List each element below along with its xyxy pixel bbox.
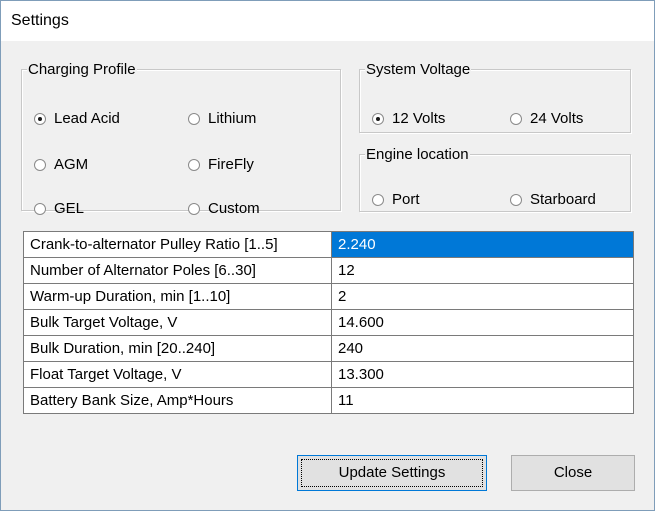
table-row: Bulk Duration, min [20..240] 240 xyxy=(24,336,634,362)
radio-lead-acid[interactable]: Lead Acid xyxy=(34,110,120,127)
table-row: Float Target Voltage, V 13.300 xyxy=(24,362,634,388)
close-label: Close xyxy=(553,464,593,481)
close-button[interactable]: Close xyxy=(511,455,635,491)
table-row: Number of Alternator Poles [6..30] 12 xyxy=(24,258,634,284)
radio-unchecked-icon xyxy=(372,193,384,206)
row-value-input[interactable]: 2.240 xyxy=(332,232,634,258)
charging-profile-group: Charging Profile Lead Acid Lithium AGM F… xyxy=(21,61,341,217)
radio-firefly[interactable]: FireFly xyxy=(188,156,254,173)
radio-label: Lead Acid xyxy=(54,110,120,127)
radio-starboard[interactable]: Starboard xyxy=(510,191,596,208)
row-value-input[interactable]: 240 xyxy=(332,336,634,362)
radio-label: Port xyxy=(392,191,420,208)
settings-grid: Crank-to-alternator Pulley Ratio [1..5] … xyxy=(23,231,634,414)
row-value-input[interactable]: 11 xyxy=(332,388,634,414)
radio-lithium[interactable]: Lithium xyxy=(188,110,256,127)
radio-12-volts[interactable]: 12 Volts xyxy=(372,110,445,127)
row-label: Bulk Target Voltage, V xyxy=(24,310,332,336)
radio-port[interactable]: Port xyxy=(372,191,420,208)
row-label: Float Target Voltage, V xyxy=(24,362,332,388)
radio-unchecked-icon xyxy=(510,112,522,125)
row-label: Crank-to-alternator Pulley Ratio [1..5] xyxy=(24,232,332,258)
row-label: Warm-up Duration, min [1..10] xyxy=(24,284,332,310)
engine-location-legend: Engine location xyxy=(365,146,470,163)
row-value-input[interactable]: 2 xyxy=(332,284,634,310)
radio-unchecked-icon xyxy=(510,193,522,206)
table-row: Bulk Target Voltage, V 14.600 xyxy=(24,310,634,336)
update-settings-label: Update Settings xyxy=(338,464,446,481)
radio-unchecked-icon xyxy=(188,112,200,125)
radio-label: Lithium xyxy=(208,110,257,127)
radio-unchecked-icon xyxy=(34,158,46,171)
engine-location-group: Engine location Port Starboard xyxy=(359,146,631,212)
radio-checked-icon xyxy=(34,112,46,125)
window-title: Settings xyxy=(11,12,69,29)
radio-unchecked-icon xyxy=(188,158,200,171)
radio-checked-icon xyxy=(372,112,384,125)
row-label: Number of Alternator Poles [6..30] xyxy=(24,258,332,284)
radio-label: 24 Volts xyxy=(530,110,584,127)
radio-label: FireFly xyxy=(208,156,254,173)
radio-label: 12 Volts xyxy=(392,110,446,127)
title-bar[interactable]: Settings xyxy=(1,1,654,41)
radio-custom[interactable]: Custom xyxy=(188,200,260,217)
row-value-input[interactable]: 13.300 xyxy=(332,362,634,388)
row-value-input[interactable]: 14.600 xyxy=(332,310,634,336)
radio-gel[interactable]: GEL xyxy=(34,200,84,217)
table-row: Crank-to-alternator Pulley Ratio [1..5] … xyxy=(24,232,634,258)
radio-label: Custom xyxy=(208,200,260,217)
radio-agm[interactable]: AGM xyxy=(34,156,88,173)
row-value-input[interactable]: 12 xyxy=(332,258,634,284)
table-row: Battery Bank Size, Amp*Hours 11 xyxy=(24,388,634,414)
charging-profile-legend: Charging Profile xyxy=(27,61,137,78)
update-settings-button[interactable]: Update Settings xyxy=(297,455,487,491)
radio-label: Starboard xyxy=(530,191,596,208)
radio-label: AGM xyxy=(54,156,89,173)
settings-dialog: Settings Charging Profile Lead Acid Lith… xyxy=(0,0,655,511)
row-label: Battery Bank Size, Amp*Hours xyxy=(24,388,332,414)
radio-24-volts[interactable]: 24 Volts xyxy=(510,110,583,127)
dialog-client-area: Charging Profile Lead Acid Lithium AGM F… xyxy=(1,41,654,510)
row-label: Bulk Duration, min [20..240] xyxy=(24,336,332,362)
system-voltage-legend: System Voltage xyxy=(365,61,472,78)
radio-unchecked-icon xyxy=(188,202,200,215)
system-voltage-group: System Voltage 12 Volts 24 Volts xyxy=(359,61,631,133)
table-row: Warm-up Duration, min [1..10] 2 xyxy=(24,284,634,310)
radio-unchecked-icon xyxy=(34,202,46,215)
radio-label: GEL xyxy=(54,200,85,217)
